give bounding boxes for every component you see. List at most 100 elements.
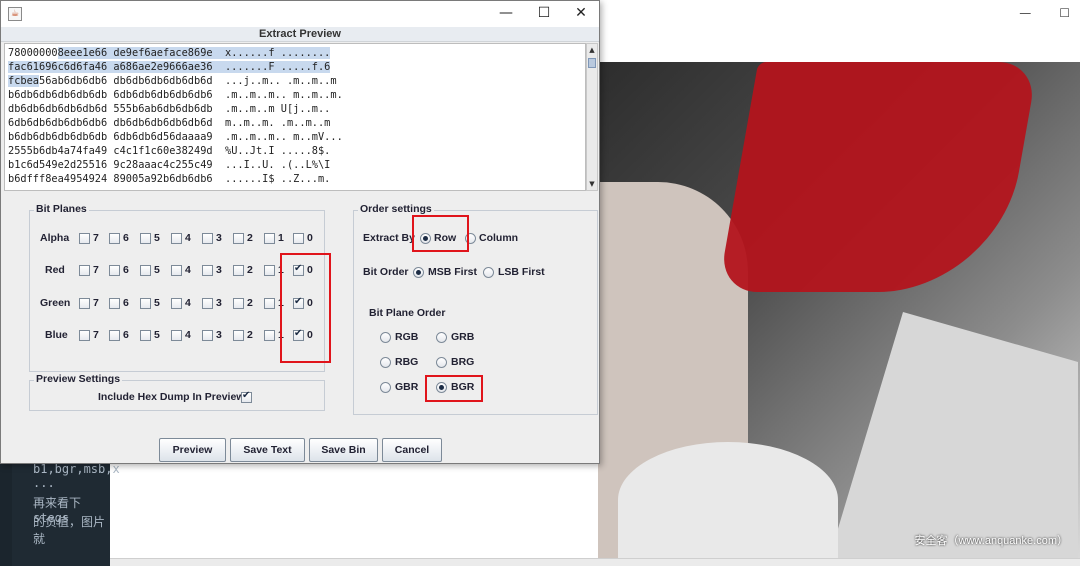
minimize-button[interactable]: — [487, 1, 525, 27]
close-button[interactable]: ✕ [562, 1, 600, 27]
image-region [828, 312, 1078, 558]
image-viewer-window: — ☐ 安全客（www.anquanke.com） [598, 0, 1080, 566]
hex-vertical-scrollbar[interactable]: ▲ ▼ [586, 43, 598, 191]
checkbox-blue-bit-4[interactable] [171, 330, 182, 341]
checkbox-red-bit-1[interactable] [264, 265, 275, 276]
hex-line: fac61696c6d6fa46 a686ae2e9666ae36 ......… [8, 61, 331, 73]
bit-plane-order-label: Bit Plane Order [369, 307, 446, 319]
checkbox-blue-bit-2[interactable] [233, 330, 244, 341]
checkbox-alpha-bit-3[interactable] [202, 233, 213, 244]
viewer-maximize-button[interactable]: ☐ [1059, 6, 1070, 20]
checkbox-green-bit-1[interactable] [264, 298, 275, 309]
bit-number-label: 7 [93, 232, 99, 244]
viewer-horizontal-scrollbar[interactable] [110, 558, 1080, 566]
hex-line: 2555b6db4a74fa49 c4c1f1c60e38249d %U..Jt… [8, 145, 331, 157]
preview-settings-title: Preview Settings [34, 373, 123, 385]
save-text-button[interactable]: Save Text [230, 438, 305, 462]
bit-number-label: 6 [123, 329, 129, 341]
hex-line: b6db6db6db6db6db 6db6db6d56daaaa9 .m..m.… [8, 131, 343, 143]
dialog-titlebar[interactable]: ☕ — ☐ ✕ [1, 1, 599, 27]
checkbox-red-bit-5[interactable] [140, 265, 151, 276]
scroll-down-arrow-icon[interactable]: ▼ [587, 178, 597, 190]
checkbox-alpha-bit-6[interactable] [109, 233, 120, 244]
checkbox-red-bit-7[interactable] [79, 265, 90, 276]
plane-order-rbg-label[interactable]: RBG [395, 356, 418, 368]
plane-order-grb-radio[interactable] [436, 332, 447, 343]
channel-label-green: Green [40, 297, 71, 309]
checkbox-alpha-bit-4[interactable] [171, 233, 182, 244]
bit-number-label: 4 [185, 264, 191, 276]
scroll-thumb[interactable] [588, 58, 596, 68]
bit-number-label: 6 [123, 264, 129, 276]
checkbox-green-bit-4[interactable] [171, 298, 182, 309]
checkbox-red-bit-2[interactable] [233, 265, 244, 276]
checkbox-alpha-bit-2[interactable] [233, 233, 244, 244]
checkbox-blue-bit-3[interactable] [202, 330, 213, 341]
msb-first-radio[interactable] [413, 267, 424, 278]
bit-order-label: Bit Order [363, 266, 409, 278]
checkbox-blue-bit-7[interactable] [79, 330, 90, 341]
checkbox-green-bit-2[interactable] [233, 298, 244, 309]
plane-order-rgb-radio[interactable] [380, 332, 391, 343]
hex-line: db6db6db6db6db6d 555b6ab6db6db6db .m..m.… [8, 103, 331, 115]
cancel-button[interactable]: Cancel [382, 438, 442, 462]
plane-order-rgb-label[interactable]: RGB [395, 331, 418, 343]
checkbox-red-bit-4[interactable] [171, 265, 182, 276]
image-region [618, 442, 838, 558]
bit-number-label: 3 [216, 264, 222, 276]
desktop: b1,bgr,msb,x ... 再来看下stegs 的负值，图片就 — ☐ 安… [0, 0, 1080, 566]
hex-line: b6dfff8ea4954924 89005a92b6db6db6 ......… [8, 173, 331, 185]
checkbox-green-bit-7[interactable] [79, 298, 90, 309]
plane-order-gbr-radio[interactable] [380, 382, 391, 393]
save-bin-button[interactable]: Save Bin [309, 438, 378, 462]
checkbox-blue-bit-6[interactable] [109, 330, 120, 341]
order-settings-title: Order settings [358, 203, 434, 215]
bit-number-label: 2 [247, 329, 253, 341]
plane-order-gbr-label[interactable]: GBR [395, 381, 418, 393]
checkbox-blue-bit-5[interactable] [140, 330, 151, 341]
plane-order-grb-label[interactable]: GRB [451, 331, 474, 343]
checkbox-green-bit-6[interactable] [109, 298, 120, 309]
msb-first-label[interactable]: MSB First [428, 266, 477, 278]
checkbox-alpha-bit-5[interactable] [140, 233, 151, 244]
watermark: 安全客（www.anquanke.com） [914, 535, 1068, 547]
bit-number-label: 5 [154, 232, 160, 244]
channel-label-alpha: Alpha [40, 232, 70, 244]
bit-number-label: 5 [154, 329, 160, 341]
plane-order-rbg-radio[interactable] [380, 357, 391, 368]
plane-order-brg-label[interactable]: BRG [451, 356, 474, 368]
scroll-up-arrow-icon[interactable]: ▲ [587, 44, 597, 56]
bit-number-label: 5 [154, 297, 160, 309]
java-app-icon: ☕ [8, 7, 22, 21]
bit-number-label: 2 [247, 297, 253, 309]
checkbox-green-bit-3[interactable] [202, 298, 213, 309]
preview-button[interactable]: Preview [159, 438, 226, 462]
checkbox-alpha-bit-7[interactable] [79, 233, 90, 244]
extract-preview-dialog: ☕ — ☐ ✕ Extract Preview 780000008eee1e66… [0, 0, 600, 464]
maximize-button[interactable]: ☐ [525, 1, 563, 27]
checkbox-alpha-bit-0[interactable] [293, 233, 304, 244]
lsb-first-radio[interactable] [483, 267, 494, 278]
checkbox-blue-bit-1[interactable] [264, 330, 275, 341]
plane-order-brg-radio[interactable] [436, 357, 447, 368]
bit-number-label: 7 [93, 329, 99, 341]
bit-number-label: 2 [247, 232, 253, 244]
viewer-window-controls: — ☐ [1019, 0, 1080, 26]
include-hex-dump-checkbox[interactable] [241, 390, 252, 403]
bit-number-label: 4 [185, 297, 191, 309]
checkbox-red-bit-6[interactable] [109, 265, 120, 276]
editor-line: 的负值，图片就 [33, 515, 106, 546]
checkbox-red-bit-3[interactable] [202, 265, 213, 276]
bit-number-label: 4 [185, 232, 191, 244]
bit-number-label: 3 [216, 329, 222, 341]
viewer-minimize-button[interactable]: — [1019, 6, 1031, 20]
hex-line: fcbea56ab6db6db6 db6db6db6db6db6d ...j..… [8, 75, 337, 87]
extract-by-column-label[interactable]: Column [479, 232, 518, 244]
lsb-first-label[interactable]: LSB First [498, 266, 545, 278]
bit-number-label: 5 [154, 264, 160, 276]
checkbox-alpha-bit-1[interactable] [264, 233, 275, 244]
bit-number-label: 6 [123, 232, 129, 244]
checkbox-green-bit-5[interactable] [140, 298, 151, 309]
hex-preview-text[interactable]: 780000008eee1e66 de9ef6aeface869e x.....… [4, 43, 586, 191]
bit-number-label: 6 [123, 297, 129, 309]
